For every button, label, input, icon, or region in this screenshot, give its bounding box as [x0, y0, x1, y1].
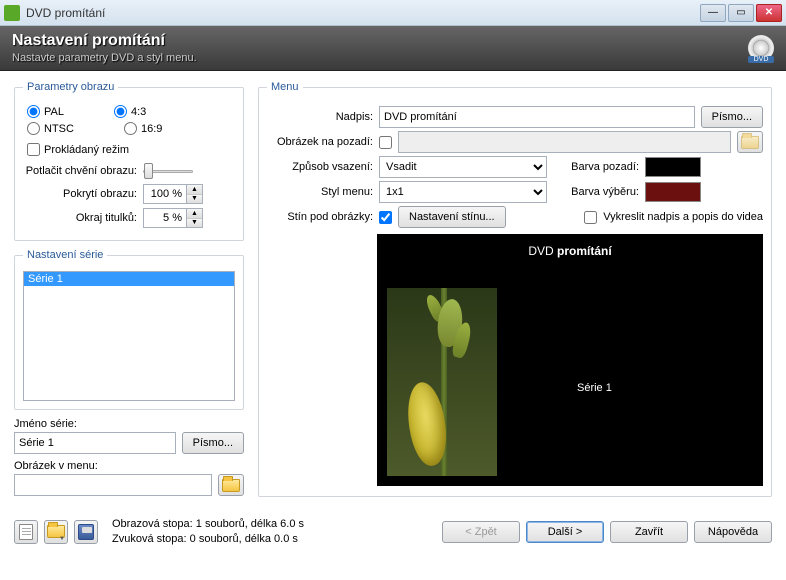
- label-interlaced: Prokládaný režim: [44, 144, 129, 156]
- footer: ▼ Obrazová stopa: 1 souborů, délka 6.0 s…: [0, 511, 786, 557]
- group-series-settings: Nastavení série Série 1: [14, 249, 244, 410]
- radio-pal-input[interactable]: [27, 105, 40, 118]
- preview-area: DVD promítání Série 1: [377, 234, 763, 486]
- shadow-settings-button[interactable]: Nastavení stínu...: [398, 206, 506, 228]
- check-bg-image[interactable]: [379, 136, 392, 149]
- toolbar-new-button[interactable]: [14, 520, 38, 544]
- header-title: Nastavení promítání: [12, 32, 748, 50]
- help-button[interactable]: Nápověda: [694, 521, 772, 543]
- status-audio: Zvuková stopa: 0 souborů, délka 0.0 s: [112, 532, 436, 547]
- titlebar: DVD promítání — ▭ ✕: [0, 0, 786, 26]
- folder-icon: [222, 479, 240, 492]
- check-draw-caption-video[interactable]: [584, 211, 597, 224]
- toolbar-save-button[interactable]: [74, 520, 98, 544]
- list-item[interactable]: Série 1: [24, 272, 234, 286]
- label-fit-method: Způsob vsazení:: [267, 161, 373, 173]
- dvd-icon: [748, 35, 774, 61]
- preview-title: DVD promítání: [377, 234, 763, 258]
- subtitle-margin-spinner[interactable]: ▲▼: [187, 208, 203, 228]
- input-bg-image[interactable]: [398, 131, 731, 153]
- header-subtitle: Nastavte parametry DVD a styl menu.: [12, 52, 748, 64]
- toolbar-open-button[interactable]: ▼: [44, 520, 68, 544]
- radio-169-input[interactable]: [124, 122, 137, 135]
- label-series-name: Jméno série:: [14, 418, 244, 430]
- app-icon: [4, 5, 20, 21]
- list-series[interactable]: Série 1: [23, 271, 235, 401]
- input-coverage[interactable]: [143, 184, 187, 204]
- label-shadow: Stín pod obrázky:: [267, 211, 373, 223]
- label-menu-image: Obrázek v menu:: [14, 460, 244, 472]
- label-sel-color: Barva výběru:: [563, 186, 639, 198]
- radio-ntsc-input[interactable]: [27, 122, 40, 135]
- font-button-caption[interactable]: Písmo...: [701, 106, 763, 128]
- group-image-params: Parametry obrazu PAL 4:3 NTSC 1: [14, 81, 244, 241]
- header-panel: Nastavení promítání Nastavte parametry D…: [0, 26, 786, 71]
- label-coverage: Pokrytí obrazu:: [23, 188, 143, 200]
- swatch-bg-color[interactable]: [645, 157, 701, 177]
- back-button[interactable]: < Zpět: [442, 521, 520, 543]
- status-video: Obrazová stopa: 1 souborů, délka 6.0 s: [112, 517, 436, 532]
- radio-43-input[interactable]: [114, 105, 127, 118]
- page-icon: [19, 524, 33, 540]
- check-shadow[interactable]: [379, 211, 392, 224]
- radio-aspect169[interactable]: 16:9: [124, 122, 162, 135]
- group-menu: Menu Nadpis: Písmo... Obrázek na pozadí:…: [258, 81, 772, 497]
- legend-image-params: Parametry obrazu: [23, 81, 118, 93]
- input-menu-image[interactable]: [14, 474, 212, 496]
- content-area: Parametry obrazu PAL 4:3 NTSC 1: [0, 71, 786, 511]
- label-menu-style: Styl menu:: [267, 186, 373, 198]
- minimize-button[interactable]: —: [700, 4, 726, 22]
- input-caption[interactable]: [379, 106, 695, 128]
- legend-menu: Menu: [267, 81, 303, 93]
- select-menu-style[interactable]: 1x1: [379, 181, 547, 203]
- preview-thumbnail: [387, 288, 497, 476]
- slider-suppress-shake[interactable]: [143, 162, 235, 180]
- input-series-name[interactable]: [14, 432, 176, 454]
- label-caption: Nadpis:: [267, 111, 373, 123]
- coverage-spinner[interactable]: ▲▼: [187, 184, 203, 204]
- chevron-down-icon: ▼: [59, 536, 65, 542]
- preview-series-label: Série 1: [577, 382, 612, 394]
- radio-ntsc[interactable]: NTSC: [27, 122, 74, 135]
- input-subtitle-margin[interactable]: [143, 208, 187, 228]
- label-subtitle-margin: Okraj titulků:: [23, 212, 143, 224]
- browse-menu-image-button[interactable]: [218, 474, 244, 496]
- select-fit-method[interactable]: Vsadit: [379, 156, 547, 178]
- close-button-footer[interactable]: Zavřít: [610, 521, 688, 543]
- next-button[interactable]: Další >: [526, 521, 604, 543]
- folder-icon: [741, 136, 759, 149]
- radio-aspect43[interactable]: 4:3: [114, 105, 146, 118]
- label-bg-image: Obrázek na pozadí:: [267, 136, 373, 148]
- legend-series-settings: Nastavení série: [23, 249, 107, 261]
- window-title: DVD promítání: [26, 6, 698, 20]
- maximize-button[interactable]: ▭: [728, 4, 754, 22]
- status-text: Obrazová stopa: 1 souborů, délka 6.0 s Z…: [112, 517, 436, 547]
- label-draw-caption-video: Vykreslit nadpis a popis do videa: [603, 211, 763, 223]
- label-bg-color: Barva pozadí:: [563, 161, 639, 173]
- close-button[interactable]: ✕: [756, 4, 782, 22]
- font-button-series[interactable]: Písmo...: [182, 432, 244, 454]
- disk-icon: [78, 524, 94, 540]
- radio-pal[interactable]: PAL: [27, 105, 64, 118]
- check-interlaced[interactable]: [27, 143, 40, 156]
- label-suppress-shake: Potlačit chvění obrazu:: [23, 165, 143, 177]
- swatch-sel-color[interactable]: [645, 182, 701, 202]
- browse-bg-image-button[interactable]: [737, 131, 763, 153]
